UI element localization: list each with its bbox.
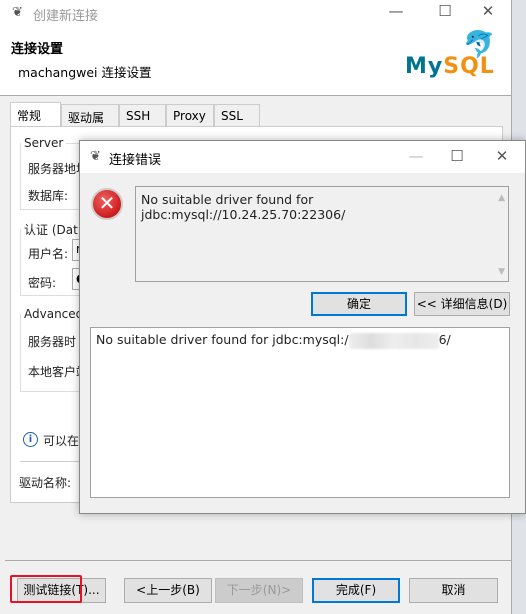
title-bar: ❦ 创建新连接 — ☐ ✕ xyxy=(0,0,511,28)
app-icon: ❦ xyxy=(12,5,23,20)
page-title: 连接设置 xyxy=(11,42,64,57)
dialog-title-bar: ❦ 连接错误 — ☐ ✕ xyxy=(80,141,525,173)
server-legend: Server xyxy=(24,136,64,150)
connection-error-dialog: ❦ 连接错误 — ☐ ✕ ✕ No suitable driver found … xyxy=(79,140,526,514)
page-subtitle: machangwei 连接设置 xyxy=(18,65,152,80)
redacted-blur xyxy=(348,332,439,349)
info-icon: i xyxy=(23,432,38,447)
auth-legend: 认证 (Dat xyxy=(24,223,78,237)
tab-ssl[interactable]: SSL xyxy=(214,104,260,126)
tab-ssh[interactable]: SSH xyxy=(119,104,166,126)
header: 连接设置 machangwei 连接设置 🐬 MySQL xyxy=(0,28,511,96)
error-details-text[interactable]: No suitable driver found for jdbc:mysql:… xyxy=(90,327,510,498)
username-label: 用户名: xyxy=(28,247,69,261)
finish-button[interactable]: 完成(F) xyxy=(312,578,400,603)
password-label: 密码: xyxy=(28,276,57,290)
error-message-box[interactable]: No suitable driver found for jdbc:mysql:… xyxy=(135,186,509,282)
scroll-down-icon[interactable]: ▼ xyxy=(498,267,505,277)
back-button[interactable]: <上一步(B) xyxy=(124,578,212,603)
error-message: No suitable driver found for jdbc:mysql:… xyxy=(141,192,346,222)
ok-button[interactable]: 确定 xyxy=(311,292,407,316)
dialog-minimize-button[interactable]: — xyxy=(401,147,431,165)
details-suffix: 6/ xyxy=(438,332,451,347)
details-button[interactable]: << 详细信息(D) xyxy=(414,292,510,316)
dialog-maximize-button[interactable]: ☐ xyxy=(442,147,472,165)
window-title: 创建新连接 xyxy=(33,9,99,24)
cancel-button[interactable]: 取消 xyxy=(409,578,498,603)
dialog-close-button[interactable]: ✕ xyxy=(487,147,517,165)
tab-proxy[interactable]: Proxy xyxy=(166,104,214,126)
server-timezone-label: 服务器时 xyxy=(28,335,77,349)
scroll-up-icon[interactable]: ▲ xyxy=(498,193,505,203)
maximize-button[interactable]: ☐ xyxy=(430,2,460,20)
close-button[interactable]: ✕ xyxy=(473,2,503,20)
mysql-logo: MySQL xyxy=(405,54,495,79)
advanced-legend: Advanced xyxy=(24,307,84,321)
info-text: 可以在 xyxy=(43,434,80,448)
details-prefix: No suitable driver found for jdbc:mysql:… xyxy=(96,332,349,347)
app-icon: ❦ xyxy=(90,149,101,164)
tab-driver-properties[interactable]: 驱动属性 xyxy=(61,104,119,142)
next-button[interactable]: 下一步(N)> xyxy=(215,578,303,603)
error-icon: ✕ xyxy=(91,188,123,220)
footer-divider xyxy=(5,560,511,561)
tab-general[interactable]: 常规 xyxy=(10,102,61,127)
driver-name-label: 驱动名称: xyxy=(19,476,72,490)
database-label: 数据库: xyxy=(28,189,69,203)
dialog-title: 连接错误 xyxy=(109,153,162,168)
minimize-button[interactable]: — xyxy=(381,2,411,20)
highlight-box xyxy=(10,575,82,603)
